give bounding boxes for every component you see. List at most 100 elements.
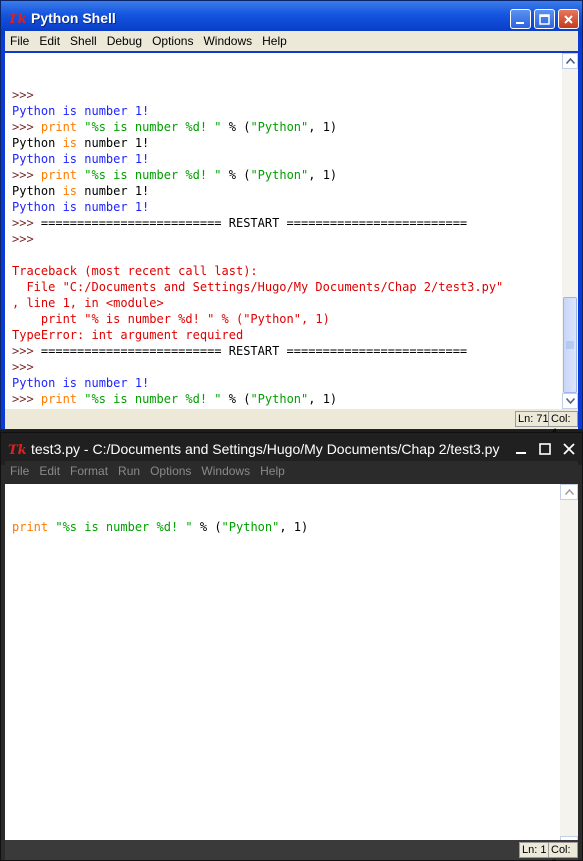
minimize-button[interactable]: [510, 9, 531, 29]
shell-line: >>> print "%s is number %d! " % ("Python…: [12, 167, 562, 183]
shell-line: Python is number 1!: [12, 199, 562, 215]
shell-token: print: [40, 392, 78, 406]
scrollbar-thumb[interactable]: [563, 297, 577, 393]
line-number: Ln: 1: [519, 842, 550, 858]
menu-shell[interactable]: Shell: [65, 31, 102, 51]
menu-windows[interactable]: Windows: [198, 31, 257, 51]
tk-feather-icon: Tk: [7, 440, 27, 458]
shell-token: , 1): [308, 168, 338, 182]
shell-token: number 1!: [77, 136, 150, 150]
shell-token: "Python": [250, 392, 309, 406]
shell-line: >>> print "%s is number %d! " % ("Python…: [12, 119, 562, 135]
menu-help[interactable]: Help: [257, 31, 292, 51]
shell-token: % (: [221, 120, 251, 134]
arrow-down-icon: [565, 398, 575, 404]
shell-token: % (: [221, 168, 251, 182]
shell-line: >>>: [12, 231, 562, 247]
shell-token: print: [40, 168, 78, 182]
svg-text:Tk: Tk: [8, 443, 27, 457]
vertical-scrollbar[interactable]: [560, 484, 578, 852]
menu-help[interactable]: Help: [255, 461, 290, 481]
shell-line: >>> ========================= RESTART ==…: [12, 215, 562, 231]
editor-token: "Python": [221, 520, 280, 534]
shell-token: >>>: [12, 88, 41, 102]
shell-line: Python is number 1!: [12, 151, 562, 167]
scroll-up-button[interactable]: [562, 53, 578, 69]
maximize-icon: [538, 443, 551, 455]
menu-bar: File Edit Format Run Options Windows Hel…: [5, 461, 578, 481]
shell-token: Python is number 1!: [12, 104, 150, 118]
status-bar: Ln: 1 Col: 0: [5, 840, 578, 861]
menu-edit[interactable]: Edit: [34, 461, 65, 481]
shell-token: "Python": [250, 120, 309, 134]
column-number: Col: 0: [548, 842, 578, 861]
menu-file[interactable]: File: [5, 461, 34, 481]
menu-bar: File Edit Shell Debug Options Windows He…: [5, 31, 578, 51]
shell-line: File "C:/Documents and Settings/Hugo/My …: [12, 279, 562, 295]
shell-line: Traceback (most recent call last):: [12, 263, 562, 279]
shell-line: , line 1, in <module>: [12, 295, 562, 311]
minimize-button[interactable]: [510, 439, 531, 459]
shell-token: ========================= RESTART ======…: [40, 216, 468, 230]
close-button[interactable]: [558, 9, 579, 29]
shell-token: >>>: [12, 344, 41, 358]
shell-token: Traceback (most recent call last):: [12, 264, 258, 278]
column-number: Col: 4: [548, 411, 578, 439]
editor-token: % (: [192, 520, 222, 534]
menu-edit[interactable]: Edit: [34, 31, 65, 51]
shell-line: Python is number 1!: [12, 183, 562, 199]
menu-windows[interactable]: Windows: [196, 461, 255, 481]
menu-options[interactable]: Options: [147, 31, 198, 51]
shell-token: >>>: [12, 232, 41, 246]
shell-token: "Python": [250, 168, 309, 182]
python-shell-window: Tk Python Shell File Edit Shell Debug Op…: [0, 0, 583, 439]
shell-token: TypeError: int argument required: [12, 328, 244, 342]
minimize-icon: [515, 452, 526, 454]
shell-output-area[interactable]: >>> Python is number 1! >>> print "%s is …: [5, 53, 562, 409]
shell-token: % (: [221, 392, 251, 406]
status-bar: Ln: 71 Col: 4: [5, 409, 578, 439]
editor-token: "%s is number %d! ": [55, 520, 193, 534]
shell-line: >>> print "%s is number %d! " % ("Python…: [12, 391, 562, 407]
shell-token: , 1): [308, 120, 338, 134]
shell-line: print "% is number %d! " % ("Python", 1): [12, 311, 562, 327]
close-button[interactable]: [558, 439, 579, 459]
menu-debug[interactable]: Debug: [102, 31, 147, 51]
shell-token: Python is number 1!: [12, 376, 150, 390]
shell-token: Python is number 1!: [12, 200, 150, 214]
shell-token: ========================= RESTART ======…: [40, 344, 468, 358]
shell-token: >>>: [12, 120, 41, 134]
shell-token: >>>: [12, 360, 41, 374]
shell-token: >>>: [12, 168, 41, 182]
editor-token: , 1): [279, 520, 309, 534]
shell-token: print: [40, 120, 78, 134]
shell-token: "%s is number %d! ": [84, 168, 222, 182]
maximize-button[interactable]: [534, 9, 555, 29]
shell-lines: >>> Python is number 1! >>> print "%s is …: [12, 87, 562, 409]
shell-token: print "% is number %d! " % ("Python", 1): [12, 312, 330, 326]
window-title: test3.py - C:/Documents and Settings/Hug…: [31, 441, 500, 457]
menu-file[interactable]: File: [5, 31, 34, 51]
shell-line: >>>: [12, 359, 562, 375]
arrow-up-icon: [565, 58, 575, 64]
maximize-button[interactable]: [534, 439, 555, 459]
shell-line: Python is number 1!: [12, 103, 562, 119]
shell-line: Python is number 1!: [12, 375, 562, 391]
line-number: Ln: 71: [515, 411, 552, 427]
shell-token: File "C:/Documents and Settings/Hugo/My …: [12, 280, 504, 294]
editor-text-area[interactable]: print "%s is number %d! " % ("Python", 1…: [5, 484, 560, 852]
tk-feather-icon: Tk: [7, 9, 27, 27]
scroll-down-button[interactable]: [562, 393, 578, 409]
close-icon: [562, 443, 575, 455]
vertical-scrollbar[interactable]: [562, 53, 578, 409]
menu-run[interactable]: Run: [113, 461, 145, 481]
shell-token: >>>: [12, 392, 41, 406]
shell-token: "%s is number %d! ": [84, 392, 222, 406]
menu-format[interactable]: Format: [65, 461, 113, 481]
scroll-up-button[interactable]: [560, 484, 578, 500]
menu-options[interactable]: Options: [145, 461, 196, 481]
grip-icon: [566, 341, 574, 349]
editor-lines: print "%s is number %d! " % ("Python", 1…: [12, 519, 560, 535]
title-bar[interactable]: Tk Python Shell: [1, 1, 582, 35]
